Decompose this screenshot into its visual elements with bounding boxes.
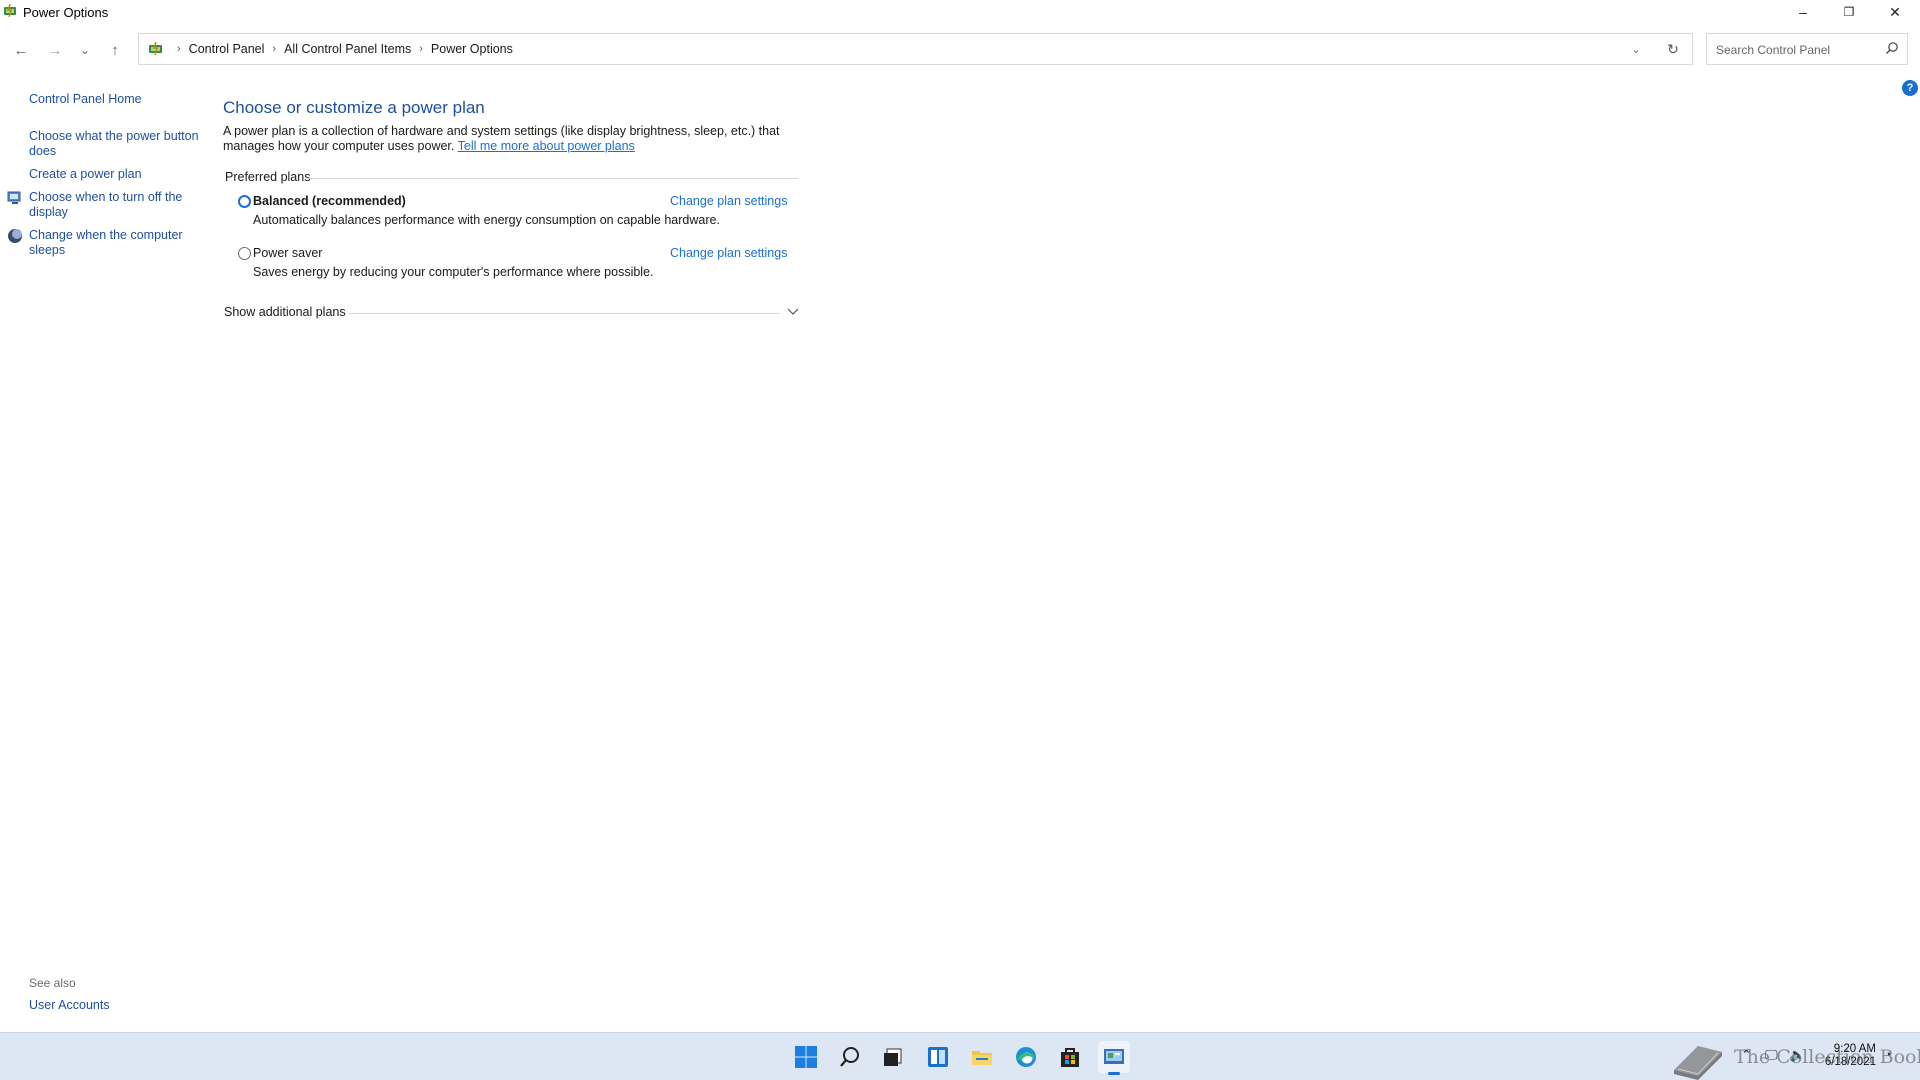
plan-name[interactable]: Power saver <box>253 246 322 260</box>
restore-icon: ❐ <box>1843 5 1855 19</box>
chevron-down-icon[interactable] <box>786 304 800 318</box>
forward-arrow-icon: → <box>47 41 63 59</box>
up-arrow-icon: ↑ <box>111 41 119 59</box>
start-icon <box>795 1046 817 1068</box>
display-settings-icon <box>7 191 21 204</box>
edge-icon <box>1016 1047 1036 1067</box>
tray-overflow-icon[interactable]: ⌃ <box>1741 1047 1752 1063</box>
widgets-button[interactable] <box>922 1041 954 1073</box>
sidebar-item-create-plan[interactable]: Create a power plan <box>29 167 199 182</box>
task-view-icon <box>884 1048 902 1066</box>
search-input[interactable] <box>1714 40 1878 60</box>
forward-button[interactable]: → <box>43 38 67 62</box>
back-button[interactable]: ← <box>9 38 33 62</box>
network-icon[interactable]: 🖵 <box>1765 1047 1778 1063</box>
breadcrumb-separator: › <box>419 43 423 55</box>
breadcrumb-all-items[interactable]: All Control Panel Items <box>284 42 411 56</box>
up-button[interactable]: ↑ <box>103 38 127 62</box>
navigation-bar: ← → ⌄ ↑ › Control Panel › All Control Pa… <box>0 30 1920 70</box>
restore-button[interactable]: ❐ <box>1826 0 1872 24</box>
minimize-button[interactable]: – <box>1780 0 1826 24</box>
clock-date: 6/18/2021 <box>1824 1056 1876 1068</box>
refresh-icon: ↻ <box>1667 40 1679 57</box>
plan-description: Automatically balances performance with … <box>253 213 720 227</box>
back-arrow-icon: ← <box>13 41 29 59</box>
see-also-heading: See also <box>29 976 76 990</box>
intro-paragraph: A power plan is a collection of hardware… <box>223 124 813 154</box>
chevron-down-icon: ⌄ <box>79 43 91 57</box>
page-title: Choose or customize a power plan <box>223 98 485 117</box>
change-plan-settings-link[interactable]: Change plan settings <box>670 246 787 260</box>
window-title: Power Options <box>23 5 109 20</box>
address-bar[interactable]: › Control Panel › All Control Panel Item… <box>138 33 1693 65</box>
taskbar: ⌃ 🖵 🔈 9:20 AM 6/18/2021 ◔ <box>0 1032 1920 1080</box>
clock-time: 9:20 AM <box>1833 1043 1876 1055</box>
control-panel-icon <box>149 41 162 56</box>
breadcrumb-separator: › <box>177 43 181 55</box>
breadcrumb-power-options[interactable]: Power Options <box>431 42 513 56</box>
breadcrumb: › Control Panel › All Control Panel Item… <box>147 34 513 64</box>
control-panel-icon <box>1104 1049 1124 1064</box>
preferred-plans-heading: Preferred plans <box>225 170 311 184</box>
plan-balanced-radio[interactable] <box>238 195 251 208</box>
recent-locations-button[interactable]: ⌄ <box>73 38 97 62</box>
widgets-icon <box>928 1047 948 1067</box>
address-dropdown-button[interactable]: ⌄ <box>1626 39 1646 59</box>
control-panel-taskbar-button[interactable] <box>1098 1041 1130 1075</box>
volume-icon[interactable]: 🔈 <box>1789 1047 1805 1063</box>
sidebar-item-control-panel-home[interactable]: Control Panel Home <box>29 92 199 107</box>
divider <box>349 313 780 314</box>
search-icon <box>840 1047 859 1067</box>
chevron-down-icon: ⌄ <box>1631 43 1641 56</box>
edge-button[interactable] <box>1010 1041 1042 1073</box>
breadcrumb-control-panel[interactable]: Control Panel <box>189 42 265 56</box>
close-button[interactable]: ✕ <box>1872 0 1918 24</box>
divider <box>307 178 798 179</box>
task-view-button[interactable] <box>877 1041 909 1073</box>
sidebar-item-turn-off-display[interactable]: Choose when to turn off the display <box>29 190 199 220</box>
sidebar-item-power-button[interactable]: Choose what the power button does <box>29 129 199 159</box>
file-explorer-button[interactable] <box>966 1041 998 1073</box>
refresh-button[interactable]: ↻ <box>1662 39 1684 59</box>
breadcrumb-separator: › <box>272 43 277 55</box>
show-additional-plans[interactable]: Show additional plans <box>224 305 346 319</box>
search-icon <box>1886 42 1898 54</box>
plan-description: Saves energy by reducing your computer's… <box>253 265 654 279</box>
sleep-moon-icon <box>8 229 22 243</box>
store-icon <box>1061 1048 1079 1067</box>
taskbar-search-button[interactable] <box>834 1041 866 1073</box>
sidebar-item-computer-sleeps[interactable]: Change when the computer sleeps <box>29 228 199 258</box>
minimize-icon: – <box>1799 4 1807 20</box>
active-indicator <box>1108 1072 1120 1075</box>
plan-name[interactable]: Balanced (recommended) <box>253 194 406 208</box>
learn-more-link[interactable]: Tell me more about power plans <box>458 139 635 153</box>
help-icon[interactable]: ? <box>1902 80 1918 96</box>
power-options-icon <box>4 3 16 18</box>
search-box[interactable] <box>1706 33 1908 65</box>
file-explorer-icon <box>972 1051 992 1065</box>
title-bar: Power Options – ❐ ✕ <box>0 0 1920 24</box>
start-button[interactable] <box>790 1041 822 1073</box>
plan-power-saver-radio[interactable] <box>238 247 251 260</box>
close-icon: ✕ <box>1889 3 1901 20</box>
store-button[interactable] <box>1054 1041 1086 1073</box>
change-plan-settings-link[interactable]: Change plan settings <box>670 194 787 208</box>
notifications-icon[interactable]: ◔ <box>1884 1047 1892 1062</box>
system-clock[interactable]: 9:20 AM 6/18/2021 <box>1825 1043 1876 1069</box>
see-also-user-accounts[interactable]: User Accounts <box>29 998 110 1012</box>
